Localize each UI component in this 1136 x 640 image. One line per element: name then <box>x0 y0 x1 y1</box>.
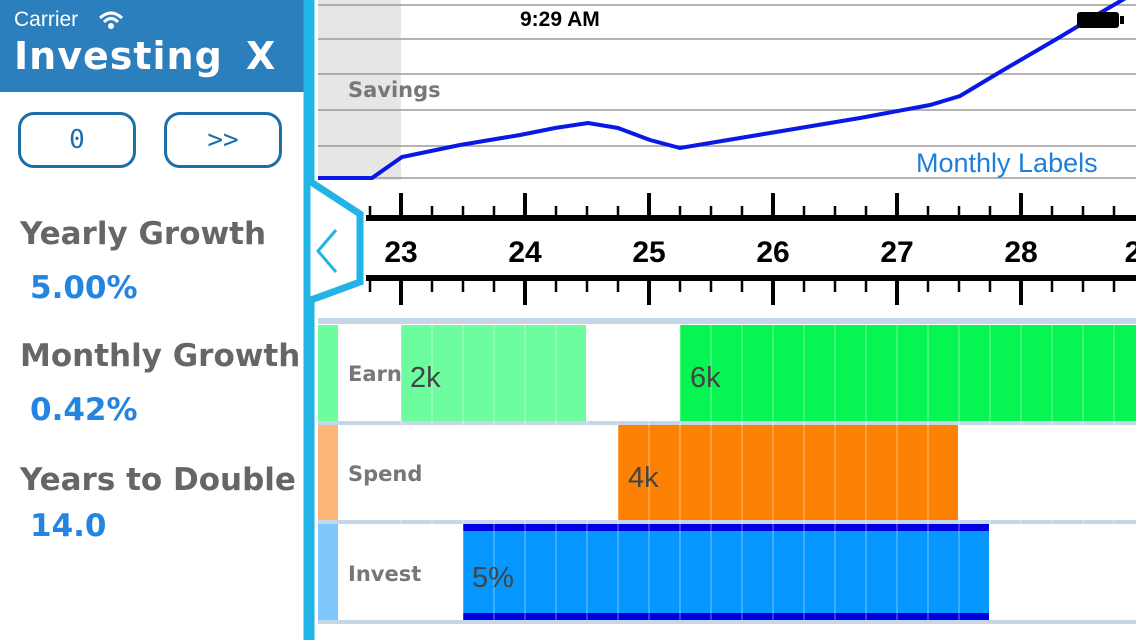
battery-icon <box>1077 12 1124 28</box>
invest-bar-value: 5% <box>472 562 514 594</box>
invest-bar[interactable] <box>463 524 989 620</box>
year-label: 28 <box>1004 236 1038 269</box>
earn-bar-1-value: 2k <box>410 362 441 394</box>
earn-bar-2-value: 6k <box>690 362 721 394</box>
savings-label: Savings <box>348 78 441 102</box>
years-to-double-value: 14.0 <box>30 508 107 544</box>
invest-row-label: Invest <box>348 562 422 586</box>
status-time: 9:29 AM <box>520 8 600 31</box>
year-label: 25 <box>632 236 666 269</box>
earn-bar-2[interactable] <box>680 325 1136 421</box>
invest-row-swatch <box>318 524 338 620</box>
year-label: 24 <box>508 236 542 269</box>
wifi-icon <box>98 11 124 29</box>
earn-row-label: Earn <box>348 362 402 386</box>
year-label: 2 <box>1124 236 1136 269</box>
years-to-double-label: Years to Double <box>20 462 296 498</box>
sidebar-border-layer <box>303 0 311 640</box>
monthly-labels-link[interactable]: Monthly Labels <box>916 148 1098 179</box>
spend-row-swatch <box>318 425 338 520</box>
forward-button[interactable]: >> <box>164 112 282 168</box>
reset-button[interactable]: 0 <box>18 112 136 168</box>
sidebar-title: Investing <box>14 34 223 78</box>
year-label: 27 <box>880 236 914 269</box>
monthly-growth-value: 0.42% <box>30 392 138 428</box>
yearly-growth-label: Yearly Growth <box>20 216 267 252</box>
close-button[interactable]: X <box>246 34 275 78</box>
spend-bar-value: 4k <box>628 462 659 494</box>
invest-bar-bottom-edge <box>463 613 989 620</box>
chevron-left-icon[interactable] <box>312 226 342 276</box>
monthly-growth-label: Monthly Growth <box>20 338 301 374</box>
earn-row-swatch <box>318 325 338 421</box>
year-label: 26 <box>756 236 790 269</box>
yearly-growth-value: 5.00% <box>30 270 138 306</box>
year-label: 23 <box>384 236 418 269</box>
spend-bar[interactable] <box>618 425 958 520</box>
invest-bar-top-edge <box>463 524 989 531</box>
spend-row-label: Spend <box>348 462 423 486</box>
carrier-label: Carrier <box>14 8 79 31</box>
